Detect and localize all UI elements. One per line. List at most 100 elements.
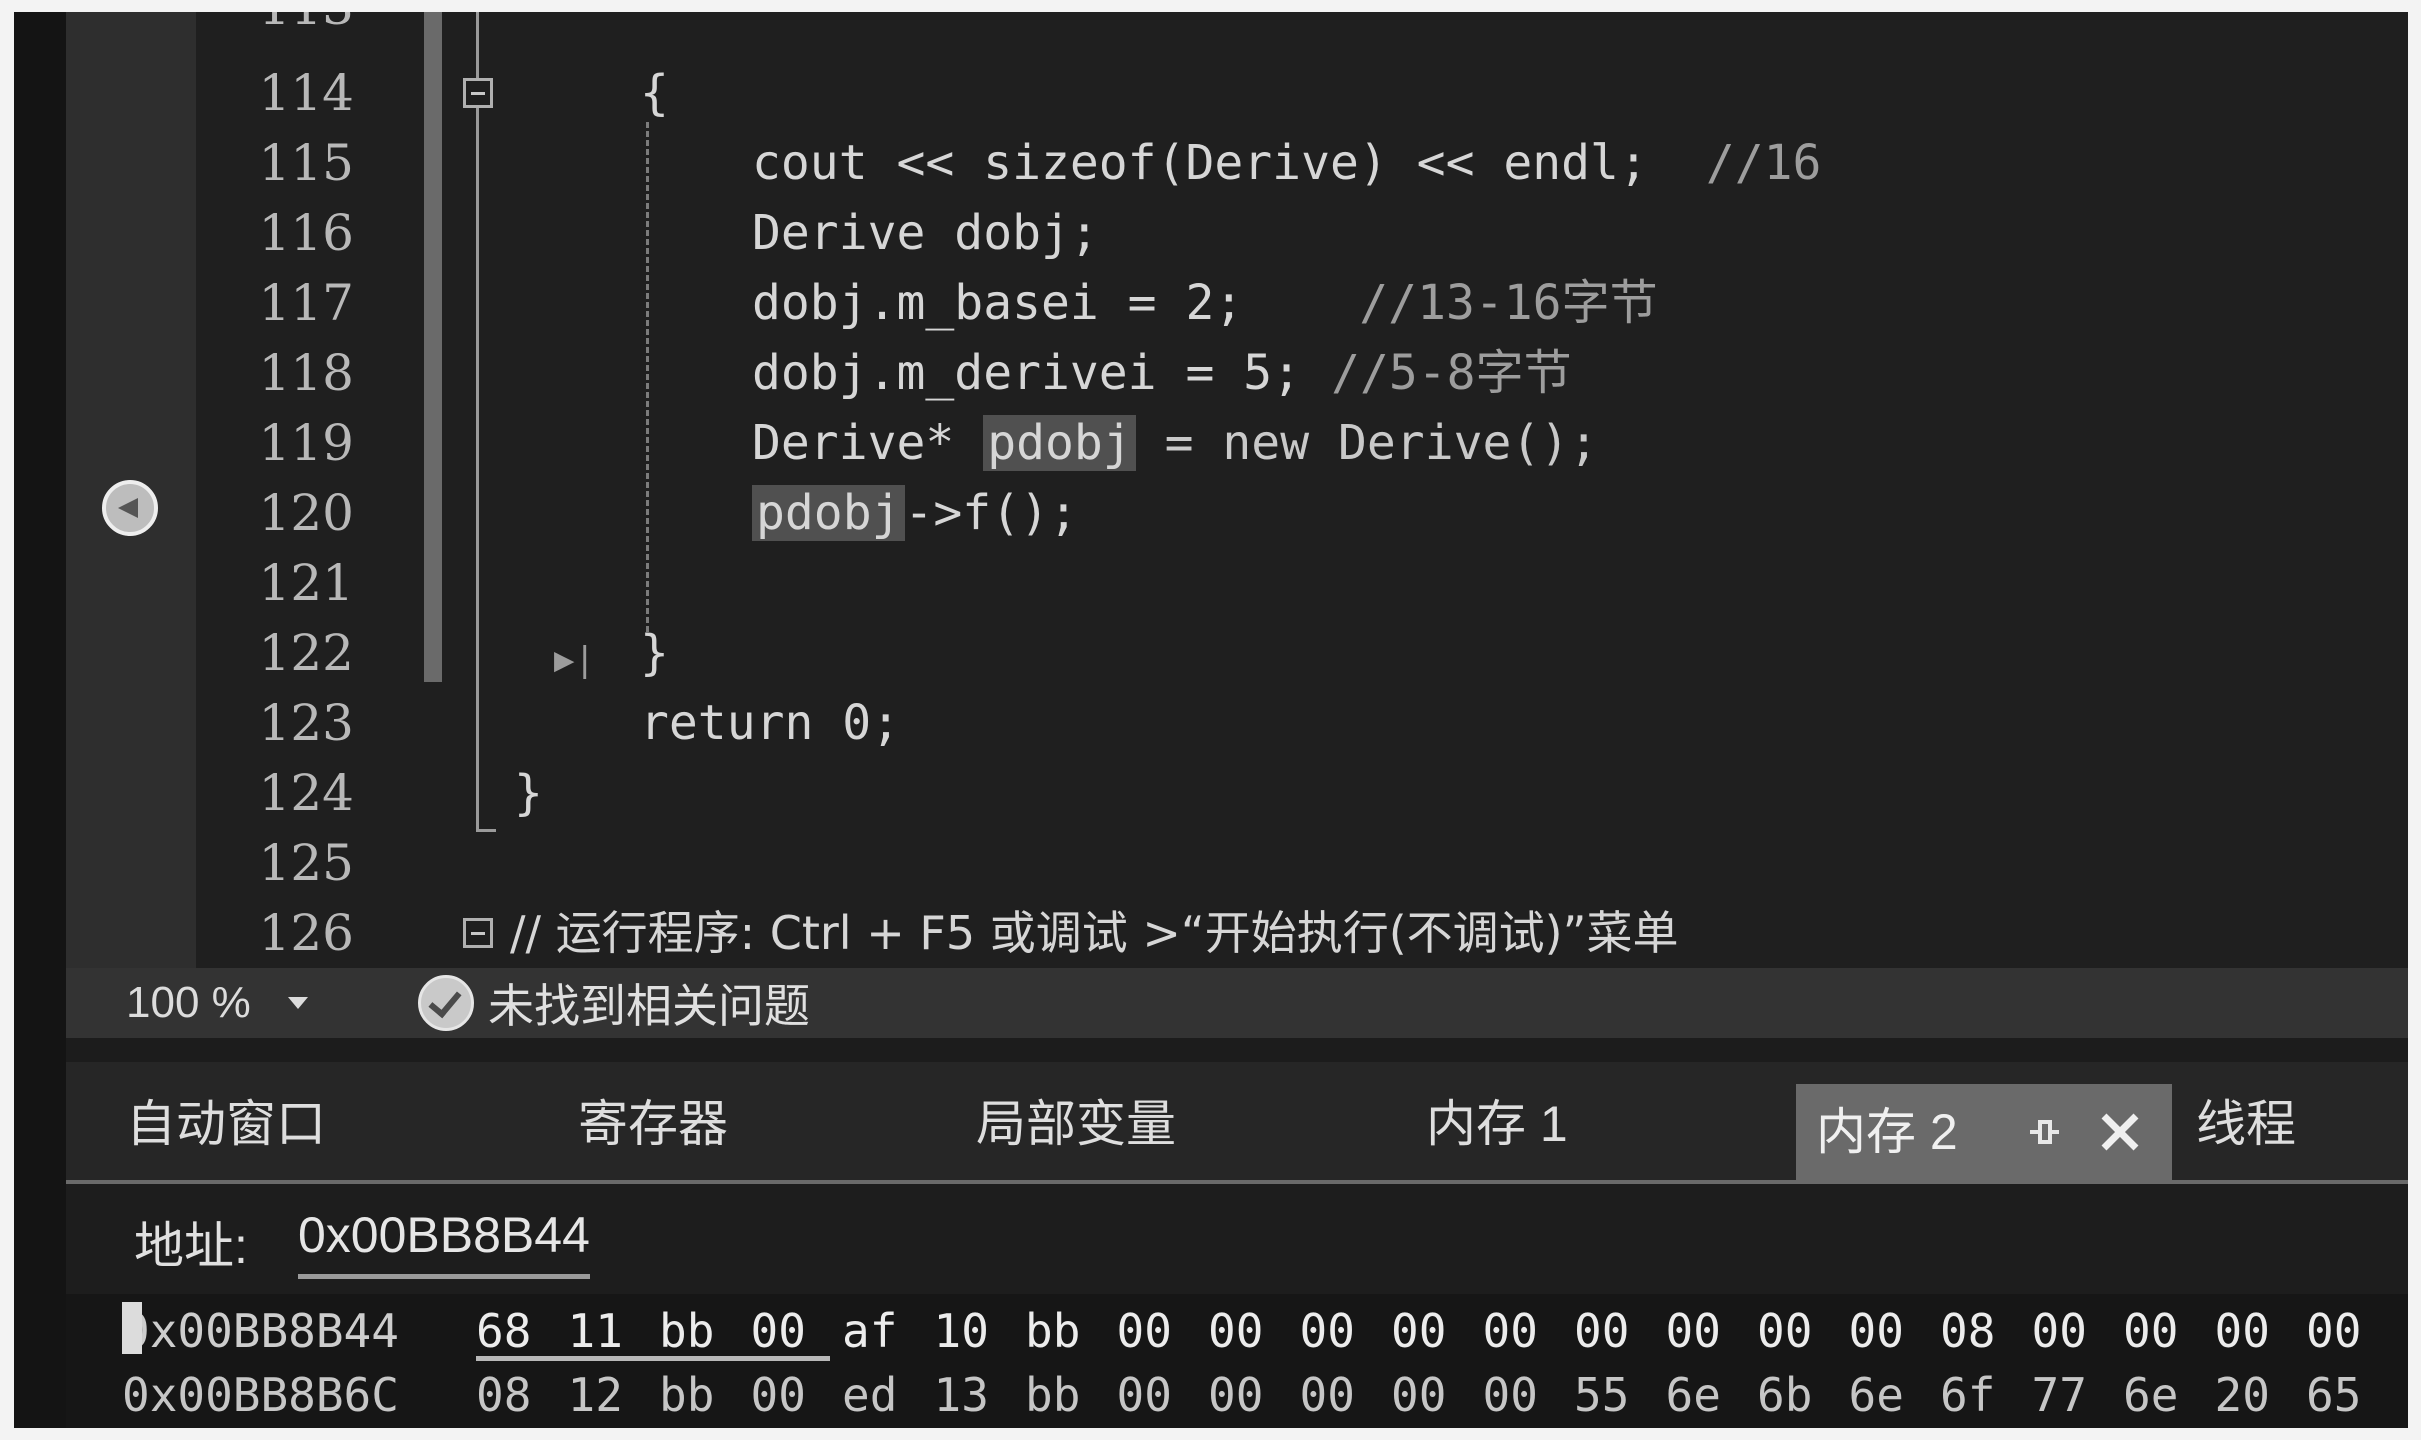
memory-byte[interactable]: 00 <box>1849 1298 1904 1364</box>
memory-byte[interactable]: af <box>842 1298 897 1364</box>
line-number: 119 <box>258 414 354 472</box>
address-label: 地址: <box>134 1218 248 1274</box>
memory-byte[interactable]: 00 <box>2306 1298 2361 1364</box>
memory-byte[interactable]: 00 <box>1208 1298 1263 1364</box>
memory-byte[interactable]: 00 <box>1483 1298 1538 1364</box>
memory-byte[interactable]: 00 <box>751 1362 806 1428</box>
line-number: 115 <box>258 134 354 192</box>
current-statement-icon[interactable] <box>102 480 158 536</box>
memory-row-address: 0x00BB8B6C <box>122 1368 399 1422</box>
window-left-edge <box>14 12 66 1428</box>
memory-byte[interactable]: 00 <box>2032 1298 2087 1364</box>
memory-byte[interactable]: 00 <box>1300 1362 1355 1428</box>
tab-locals[interactable]: 局部变量 <box>976 1084 1176 1164</box>
text-cursor <box>122 1302 142 1354</box>
code-line[interactable]: cout << sizeof(Derive) << endl;//16 <box>752 128 1821 198</box>
code-line[interactable]: return 0; <box>640 688 900 758</box>
code-editor[interactable]: 113 114 115 116 117 118 119 120 121 122 … <box>14 12 2408 968</box>
memory-byte[interactable]: 20 <box>2215 1362 2270 1428</box>
close-icon[interactable] <box>2094 1106 2146 1158</box>
memory-byte[interactable]: 77 <box>2032 1362 2087 1428</box>
indent-guide <box>646 122 649 632</box>
zoom-level[interactable]: 100 % <box>126 978 276 1028</box>
code-line[interactable]: } <box>640 618 669 688</box>
code-comment-line[interactable]: // 运行程序: Ctrl + F5 或调试 >“开始执行(不调试)”菜单 <box>510 898 1678 968</box>
pin-icon[interactable] <box>2026 1114 2062 1150</box>
memory-byte[interactable]: 68 <box>476 1298 531 1364</box>
memory-byte[interactable]: 55 <box>1574 1362 1629 1428</box>
ide-window: 113 114 115 116 117 118 119 120 121 122 … <box>14 12 2408 1428</box>
tab-memory-2-label: 内存 2 <box>1816 1104 1958 1160</box>
line-number: 126 <box>258 904 354 962</box>
memory-byte[interactable]: 08 <box>476 1362 531 1428</box>
line-number: 113 <box>214 12 354 42</box>
memory-byte[interactable]: 08 <box>1940 1298 1995 1364</box>
memory-address-bar: 地址: 0x00BB8B44 <box>66 1184 2408 1294</box>
outline-guide <box>476 12 479 832</box>
code-line[interactable]: { <box>640 58 669 128</box>
code-line[interactable]: } <box>514 758 543 828</box>
highlighted-symbol: pdobj <box>983 415 1136 471</box>
memory-byte[interactable]: 13 <box>934 1362 989 1428</box>
code-line[interactable]: dobj.m_basei = 2;//13-16字节 <box>752 268 1658 338</box>
memory-byte[interactable]: 00 <box>2123 1298 2178 1364</box>
memory-byte[interactable]: 65 <box>2306 1362 2361 1428</box>
change-tracking-bar <box>424 12 442 682</box>
tab-autos[interactable]: 自动窗口 <box>126 1084 326 1164</box>
memory-byte[interactable]: bb <box>1025 1298 1080 1364</box>
memory-view[interactable]: 0x00BB8B44 68 11 bb 00 af 10 bb 00 00 00 00 00 00 00 0… <box>66 1294 2408 1428</box>
line-number: 121 <box>258 554 354 612</box>
code-line[interactable]: Derive dobj; <box>752 198 1099 268</box>
memory-row-address: 0x00BB8B44 <box>122 1304 399 1358</box>
memory-byte[interactable]: 00 <box>1666 1298 1721 1364</box>
memory-byte[interactable]: 12 <box>568 1362 623 1428</box>
line-number: 114 <box>258 64 354 122</box>
issues-status[interactable]: 未找到相关问题 <box>488 970 810 1036</box>
collapse-icon[interactable] <box>463 78 493 108</box>
tab-threads[interactable]: 线程 <box>2196 1084 2296 1164</box>
debug-tool-tabs: 自动窗口 寄存器 局部变量 内存 1 内存 2 线程 <box>66 1062 2408 1180</box>
memory-byte[interactable]: 6f <box>1940 1362 1995 1428</box>
run-to-click-icon[interactable]: ▶| <box>554 640 595 680</box>
memory-byte[interactable]: 00 <box>1483 1362 1538 1428</box>
tab-memory-1[interactable]: 内存 1 <box>1426 1084 1568 1164</box>
tab-memory-2[interactable]: 内存 2 <box>1796 1084 2172 1180</box>
code-line[interactable]: pdobj->f(); <box>752 478 1078 548</box>
line-number: 116 <box>258 204 354 262</box>
memory-byte[interactable]: ed <box>842 1362 897 1428</box>
memory-byte[interactable]: 00 <box>1117 1362 1172 1428</box>
memory-byte[interactable]: 6b <box>1757 1362 1812 1428</box>
address-input[interactable]: 0x00BB8B44 <box>298 1206 590 1279</box>
collapse-icon[interactable] <box>463 918 493 948</box>
memory-byte[interactable]: 6e <box>1666 1362 1721 1428</box>
memory-byte[interactable]: 00 <box>751 1298 806 1364</box>
memory-byte[interactable]: 00 <box>1117 1298 1172 1364</box>
memory-byte[interactable]: 6e <box>1849 1362 1904 1428</box>
line-number: 120 <box>258 484 354 542</box>
memory-byte[interactable]: 10 <box>934 1298 989 1364</box>
memory-byte[interactable]: 00 <box>1757 1298 1812 1364</box>
line-number: 125 <box>258 834 354 892</box>
memory-byte[interactable]: 00 <box>1208 1362 1263 1428</box>
changed-bytes-underline <box>476 1356 830 1361</box>
highlighted-symbol: pdobj <box>752 485 905 541</box>
line-number: 118 <box>258 344 354 402</box>
code-line[interactable]: dobj.m_derivei = 5;//5-8字节 <box>752 338 1572 408</box>
memory-byte[interactable]: 00 <box>1391 1362 1446 1428</box>
line-number: 123 <box>258 694 354 752</box>
memory-byte[interactable]: 00 <box>1574 1298 1629 1364</box>
memory-byte[interactable]: 11 <box>568 1298 623 1364</box>
memory-byte[interactable]: bb <box>659 1298 714 1364</box>
memory-byte[interactable]: 00 <box>1300 1298 1355 1364</box>
chevron-down-icon[interactable] <box>288 997 308 1009</box>
outline-guide-end <box>476 829 496 832</box>
memory-byte[interactable]: 00 <box>2215 1298 2270 1364</box>
line-number: 117 <box>258 274 354 332</box>
tab-registers[interactable]: 寄存器 <box>578 1084 728 1164</box>
code-line[interactable]: Derive* pdobj = new Derive(); <box>752 408 1598 478</box>
memory-byte[interactable]: bb <box>659 1362 714 1428</box>
memory-byte[interactable]: 00 <box>1391 1298 1446 1364</box>
memory-byte[interactable]: bb <box>1025 1362 1080 1428</box>
memory-byte[interactable]: 6e <box>2123 1362 2178 1428</box>
check-circle-icon <box>418 975 474 1031</box>
